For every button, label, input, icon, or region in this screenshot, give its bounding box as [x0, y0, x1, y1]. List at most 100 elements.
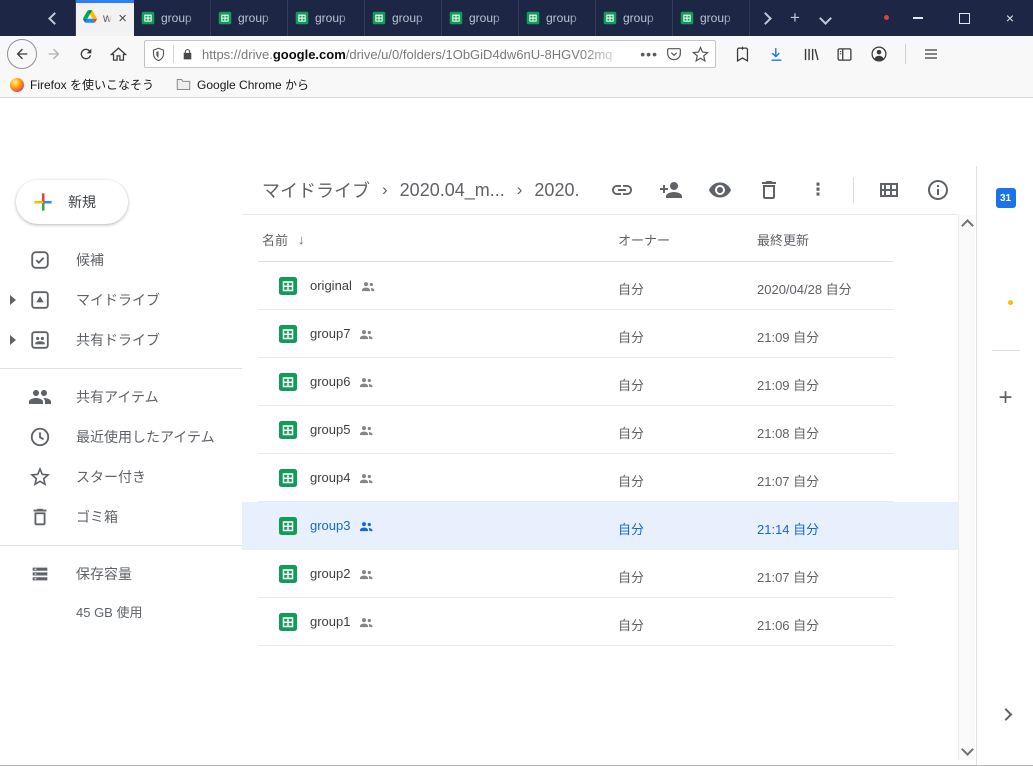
sheet-tab[interactable]: group	[673, 0, 750, 36]
bookmark-star-icon[interactable]	[692, 46, 709, 63]
sheet-tab[interactable]: group	[365, 0, 442, 36]
file-owner: 自分	[618, 279, 644, 298]
scroll-up-icon[interactable]	[961, 219, 974, 232]
window-controls: ×	[895, 0, 1033, 36]
file-modified: 21:09 自分	[757, 327, 819, 346]
home-button[interactable]	[102, 39, 134, 69]
sheets-file-icon	[278, 372, 298, 397]
new-button[interactable]: 新規	[16, 180, 128, 224]
downloads-icon[interactable]	[768, 46, 785, 63]
file-row[interactable]: group3 自分 21:14 自分	[242, 502, 958, 550]
breadcrumb-segment[interactable]: 2020.	[534, 180, 579, 201]
sidebar-item[interactable]: スター付き	[0, 457, 242, 497]
file-name: original	[310, 278, 352, 293]
sidebar-toggle-icon[interactable]	[836, 46, 853, 63]
minimize-button[interactable]	[895, 0, 941, 36]
page-actions-icon[interactable]: •••	[640, 46, 658, 62]
close-button[interactable]: ×	[987, 0, 1033, 36]
sheets-file-icon	[278, 516, 298, 541]
sheets-file-icon	[278, 612, 298, 632]
column-header-name[interactable]: 名前↓	[262, 230, 305, 249]
breadcrumb-segment[interactable]: マイドライブ	[262, 177, 370, 203]
account-icon[interactable]	[870, 45, 888, 63]
sheet-tab[interactable]: group	[211, 0, 288, 36]
library-icon[interactable]	[802, 46, 819, 63]
breadcrumb-segment[interactable]: 2020.04_m...	[400, 180, 505, 201]
grid-view-button[interactable]	[877, 178, 901, 202]
file-row[interactable]: group2 自分 21:07 自分	[242, 550, 958, 598]
content-scrollbar[interactable]	[958, 215, 975, 760]
maximize-button[interactable]	[941, 0, 987, 36]
file-modified: 2020/04/28 自分	[757, 279, 852, 298]
file-row[interactable]: group5 自分 21:08 自分	[242, 406, 958, 454]
sidebar-item[interactable]: 共有ドライブ	[0, 320, 242, 360]
expand-arrow-icon[interactable]	[10, 295, 16, 305]
preview-button[interactable]	[708, 178, 732, 202]
file-row[interactable]: group7 自分 21:09 自分	[242, 310, 958, 358]
starred-icon	[28, 465, 52, 489]
firefox-icon	[10, 78, 24, 92]
sheet-tab-title: group	[392, 11, 434, 25]
more-actions-button[interactable]: ⋮	[806, 178, 830, 202]
recent-icon	[28, 425, 52, 449]
active-tab[interactable]: wo ×	[76, 0, 134, 36]
forward-button[interactable]	[38, 39, 70, 69]
sidebar-item-label: 共有ドライブ	[76, 330, 160, 350]
reload-button[interactable]	[70, 39, 102, 69]
share-button[interactable]	[659, 178, 683, 202]
column-header-owner[interactable]: オーナー	[618, 230, 670, 249]
bookmark-item-firefox[interactable]: Firefox を使いこなそう	[10, 76, 154, 93]
sheet-tab[interactable]: group	[442, 0, 519, 36]
reload-icon	[78, 46, 94, 62]
bookmarks-menu-icon[interactable]	[734, 46, 751, 63]
sheet-tab[interactable]: group	[288, 0, 365, 36]
storage-icon	[28, 562, 52, 586]
file-row[interactable]: group1 自分 21:06 自分	[242, 598, 958, 646]
home-icon	[110, 46, 127, 63]
google-calendar-icon[interactable]: 31	[996, 188, 1016, 208]
bookmark-label: Firefox を使いこなそう	[30, 76, 154, 93]
sidebar-item[interactable]: ゴミ箱	[0, 497, 242, 537]
column-header-modified[interactable]: 最終更新	[757, 230, 809, 249]
delete-button[interactable]	[757, 178, 781, 202]
get-addons-button[interactable]: +	[998, 384, 1012, 412]
hide-side-panel-button[interactable]	[1001, 706, 1010, 724]
expand-arrow-icon[interactable]	[10, 335, 16, 345]
sheet-tab[interactable]: group	[519, 0, 596, 36]
bookmark-folder-chrome[interactable]: Google Chrome から	[176, 76, 309, 93]
eye-icon	[708, 178, 732, 202]
sort-direction-icon[interactable]: ↓	[298, 232, 305, 247]
scroll-down-icon[interactable]	[961, 743, 974, 756]
tab-close-icon[interactable]: ×	[118, 11, 127, 26]
url-bar[interactable]: https://drive.google.com/drive/u/0/folde…	[144, 40, 716, 68]
new-tab-button[interactable]: +	[780, 0, 810, 36]
sidebar-item[interactable]: 保存容量	[0, 554, 242, 594]
back-button[interactable]	[6, 39, 38, 69]
navigation-toolbar: https://drive.google.com/drive/u/0/folde…	[0, 36, 1033, 72]
sidebar-item-label: マイドライブ	[76, 290, 160, 310]
tab-scroll-right-button[interactable]	[750, 0, 780, 36]
menu-icon[interactable]	[923, 46, 939, 62]
get-link-button[interactable]	[610, 178, 634, 202]
sheets-file-icon	[278, 276, 298, 296]
tab-scroll-left-button[interactable]	[0, 0, 76, 36]
url-text: https://drive.google.com/drive/u/0/folde…	[202, 47, 632, 62]
info-button[interactable]	[926, 178, 950, 202]
sidebar-item[interactable]: マイドライブ	[0, 280, 242, 320]
sheet-tab[interactable]: group	[596, 0, 673, 36]
chevron-right-icon	[759, 12, 772, 25]
file-row[interactable]: group4 自分 21:07 自分	[242, 454, 958, 502]
sidebar-item[interactable]: 共有アイテム	[0, 377, 242, 417]
tab-list-dropdown-button[interactable]	[810, 0, 840, 36]
sheet-tab[interactable]: group	[134, 0, 211, 36]
sidebar-item[interactable]: 最近使用したアイテム	[0, 417, 242, 457]
sheet-tabs: groupgroupgroupgroupgroupgroupgroupgroup	[134, 0, 750, 36]
file-modified: 21:07 自分	[757, 567, 819, 586]
sheet-tab-title: group	[546, 11, 588, 25]
pocket-icon[interactable]	[666, 46, 682, 62]
sidebar-item[interactable]: 候補	[0, 240, 242, 280]
file-row[interactable]: group6 自分 21:09 自分	[242, 358, 958, 406]
sheet-tab-title: group	[469, 11, 511, 25]
file-row[interactable]: original 自分 2020/04/28 自分	[242, 262, 958, 310]
toolbar-right-icons	[734, 44, 939, 64]
